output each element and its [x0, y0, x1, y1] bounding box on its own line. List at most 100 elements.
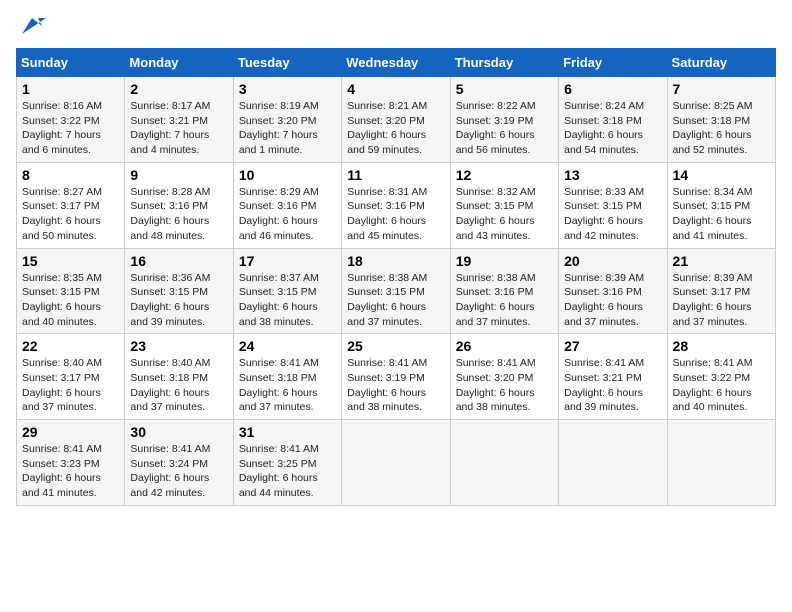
day-number: 10 [239, 167, 336, 183]
day-detail: Sunrise: 8:16 AMSunset: 3:22 PMDaylight:… [22, 99, 119, 158]
day-number: 23 [130, 338, 227, 354]
day-number: 4 [347, 81, 444, 97]
calendar-cell: 4 Sunrise: 8:21 AMSunset: 3:20 PMDaylight… [342, 77, 450, 163]
calendar-cell: 13 Sunrise: 8:33 AMSunset: 3:15 PMDayligh… [559, 162, 667, 248]
day-detail: Sunrise: 8:41 AMSunset: 3:20 PMDaylight:… [456, 356, 553, 415]
calendar-cell: 2 Sunrise: 8:17 AMSunset: 3:21 PMDaylight… [125, 77, 233, 163]
calendar-cell: 12 Sunrise: 8:32 AMSunset: 3:15 PMDayligh… [450, 162, 558, 248]
day-number: 7 [673, 81, 770, 97]
day-detail: Sunrise: 8:17 AMSunset: 3:21 PMDaylight:… [130, 99, 227, 158]
col-header-tuesday: Tuesday [233, 49, 341, 77]
day-detail: Sunrise: 8:41 AMSunset: 3:19 PMDaylight:… [347, 356, 444, 415]
calendar-cell [342, 420, 450, 506]
calendar-cell: 29 Sunrise: 8:41 AMSunset: 3:23 PMDayligh… [17, 420, 125, 506]
day-number: 19 [456, 253, 553, 269]
day-detail: Sunrise: 8:38 AMSunset: 3:16 PMDaylight:… [456, 271, 553, 330]
day-detail: Sunrise: 8:41 AMSunset: 3:23 PMDaylight:… [22, 442, 119, 501]
day-number: 30 [130, 424, 227, 440]
day-detail: Sunrise: 8:36 AMSunset: 3:15 PMDaylight:… [130, 271, 227, 330]
day-number: 20 [564, 253, 661, 269]
day-detail: Sunrise: 8:41 AMSunset: 3:22 PMDaylight:… [673, 356, 770, 415]
day-detail: Sunrise: 8:40 AMSunset: 3:17 PMDaylight:… [22, 356, 119, 415]
calendar-cell: 25 Sunrise: 8:41 AMSunset: 3:19 PMDayligh… [342, 334, 450, 420]
day-detail: Sunrise: 8:39 AMSunset: 3:16 PMDaylight:… [564, 271, 661, 330]
calendar-cell: 16 Sunrise: 8:36 AMSunset: 3:15 PMDayligh… [125, 248, 233, 334]
day-detail: Sunrise: 8:19 AMSunset: 3:20 PMDaylight:… [239, 99, 336, 158]
day-detail: Sunrise: 8:41 AMSunset: 3:18 PMDaylight:… [239, 356, 336, 415]
day-number: 31 [239, 424, 336, 440]
col-header-wednesday: Wednesday [342, 49, 450, 77]
day-number: 14 [673, 167, 770, 183]
day-number: 27 [564, 338, 661, 354]
calendar-cell: 19 Sunrise: 8:38 AMSunset: 3:16 PMDayligh… [450, 248, 558, 334]
day-number: 22 [22, 338, 119, 354]
calendar-cell: 3 Sunrise: 8:19 AMSunset: 3:20 PMDaylight… [233, 77, 341, 163]
calendar-table: SundayMondayTuesdayWednesdayThursdayFrid… [16, 48, 776, 506]
calendar-cell: 21Sunrise: 8:39 AMSunset: 3:17 PMDayligh… [667, 248, 775, 334]
calendar-cell: 8 Sunrise: 8:27 AMSunset: 3:17 PMDaylight… [17, 162, 125, 248]
day-detail: Sunrise: 8:29 AMSunset: 3:16 PMDaylight:… [239, 185, 336, 244]
day-detail: Sunrise: 8:31 AMSunset: 3:16 PMDaylight:… [347, 185, 444, 244]
calendar-cell: 28 Sunrise: 8:41 AMSunset: 3:22 PMDayligh… [667, 334, 775, 420]
logo-icon [18, 12, 46, 40]
day-number: 15 [22, 253, 119, 269]
calendar-cell: 10 Sunrise: 8:29 AMSunset: 3:16 PMDayligh… [233, 162, 341, 248]
day-number: 3 [239, 81, 336, 97]
day-number: 29 [22, 424, 119, 440]
day-number: 25 [347, 338, 444, 354]
day-detail: Sunrise: 8:24 AMSunset: 3:18 PMDaylight:… [564, 99, 661, 158]
day-number: 12 [456, 167, 553, 183]
day-number: 6 [564, 81, 661, 97]
day-detail: Sunrise: 8:37 AMSunset: 3:15 PMDaylight:… [239, 271, 336, 330]
day-number: 28 [673, 338, 770, 354]
col-header-thursday: Thursday [450, 49, 558, 77]
day-number: 16 [130, 253, 227, 269]
col-header-sunday: Sunday [17, 49, 125, 77]
day-detail: Sunrise: 8:35 AMSunset: 3:15 PMDaylight:… [22, 271, 119, 330]
day-detail: Sunrise: 8:33 AMSunset: 3:15 PMDaylight:… [564, 185, 661, 244]
day-detail: Sunrise: 8:41 AMSunset: 3:25 PMDaylight:… [239, 442, 336, 501]
calendar-cell: 22 Sunrise: 8:40 AMSunset: 3:17 PMDayligh… [17, 334, 125, 420]
calendar-cell: 23Sunrise: 8:40 AMSunset: 3:18 PMDayligh… [125, 334, 233, 420]
col-header-friday: Friday [559, 49, 667, 77]
day-number: 2 [130, 81, 227, 97]
calendar-cell: 6 Sunrise: 8:24 AMSunset: 3:18 PMDaylight… [559, 77, 667, 163]
calendar-cell [559, 420, 667, 506]
col-header-monday: Monday [125, 49, 233, 77]
calendar-cell: 26Sunrise: 8:41 AMSunset: 3:20 PMDayligh… [450, 334, 558, 420]
day-detail: Sunrise: 8:28 AMSunset: 3:16 PMDaylight:… [130, 185, 227, 244]
day-detail: Sunrise: 8:27 AMSunset: 3:17 PMDaylight:… [22, 185, 119, 244]
calendar-cell [667, 420, 775, 506]
day-detail: Sunrise: 8:32 AMSunset: 3:15 PMDaylight:… [456, 185, 553, 244]
logo [16, 16, 46, 40]
day-detail: Sunrise: 8:25 AMSunset: 3:18 PMDaylight:… [673, 99, 770, 158]
calendar-cell: 27 Sunrise: 8:41 AMSunset: 3:21 PMDayligh… [559, 334, 667, 420]
calendar-cell: 1Sunrise: 8:16 AMSunset: 3:22 PMDaylight… [17, 77, 125, 163]
day-number: 13 [564, 167, 661, 183]
calendar-cell: 17 Sunrise: 8:37 AMSunset: 3:15 PMDayligh… [233, 248, 341, 334]
day-number: 5 [456, 81, 553, 97]
calendar-cell: 14 Sunrise: 8:34 AMSunset: 3:15 PMDayligh… [667, 162, 775, 248]
day-detail: Sunrise: 8:38 AMSunset: 3:15 PMDaylight:… [347, 271, 444, 330]
calendar-cell [450, 420, 558, 506]
day-detail: Sunrise: 8:21 AMSunset: 3:20 PMDaylight:… [347, 99, 444, 158]
day-number: 9 [130, 167, 227, 183]
day-detail: Sunrise: 8:39 AMSunset: 3:17 PMDaylight:… [673, 271, 770, 330]
calendar-cell: 20 Sunrise: 8:39 AMSunset: 3:16 PMDayligh… [559, 248, 667, 334]
page-header [16, 16, 776, 40]
calendar-cell: 18 Sunrise: 8:38 AMSunset: 3:15 PMDayligh… [342, 248, 450, 334]
calendar-cell: 30Sunrise: 8:41 AMSunset: 3:24 PMDayligh… [125, 420, 233, 506]
calendar-cell: 5 Sunrise: 8:22 AMSunset: 3:19 PMDaylight… [450, 77, 558, 163]
day-number: 8 [22, 167, 119, 183]
day-number: 24 [239, 338, 336, 354]
day-number: 17 [239, 253, 336, 269]
calendar-cell: 31 Sunrise: 8:41 AMSunset: 3:25 PMDayligh… [233, 420, 341, 506]
day-detail: Sunrise: 8:41 AMSunset: 3:21 PMDaylight:… [564, 356, 661, 415]
calendar-cell: 9 Sunrise: 8:28 AMSunset: 3:16 PMDaylight… [125, 162, 233, 248]
day-number: 18 [347, 253, 444, 269]
day-detail: Sunrise: 8:34 AMSunset: 3:15 PMDaylight:… [673, 185, 770, 244]
calendar-cell: 7 Sunrise: 8:25 AMSunset: 3:18 PMDaylight… [667, 77, 775, 163]
day-number: 11 [347, 167, 444, 183]
col-header-saturday: Saturday [667, 49, 775, 77]
day-detail: Sunrise: 8:22 AMSunset: 3:19 PMDaylight:… [456, 99, 553, 158]
